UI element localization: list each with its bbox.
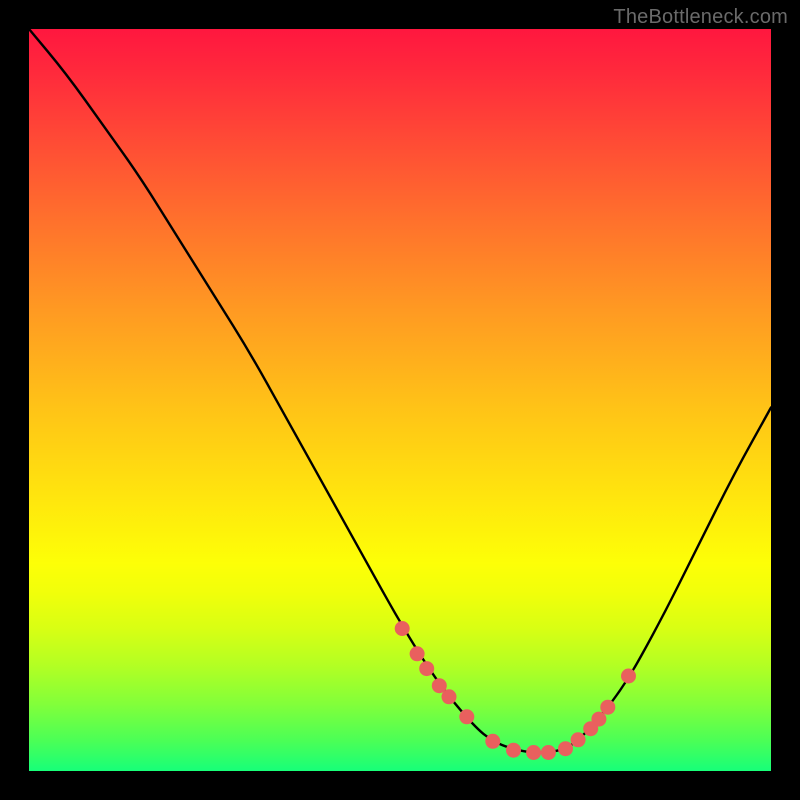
highlight-point: [591, 712, 606, 727]
bottleneck-curve: [29, 29, 771, 753]
highlight-point: [506, 743, 521, 758]
highlight-point: [600, 700, 615, 715]
chart-svg: [29, 29, 771, 771]
watermark-label: TheBottleneck.com: [613, 6, 788, 29]
highlight-point: [541, 745, 556, 760]
highlight-point: [526, 745, 541, 760]
highlight-point: [419, 661, 434, 676]
highlight-point: [410, 646, 425, 661]
highlight-point: [442, 689, 457, 704]
highlight-point: [558, 741, 573, 756]
highlight-point: [621, 669, 636, 684]
highlight-point: [485, 734, 500, 749]
highlight-point: [395, 621, 410, 636]
plot-area: [29, 29, 771, 771]
highlight-point: [571, 732, 586, 747]
highlight-points: [395, 621, 636, 760]
highlight-point: [459, 709, 474, 724]
chart-frame: TheBottleneck.com: [0, 0, 800, 800]
